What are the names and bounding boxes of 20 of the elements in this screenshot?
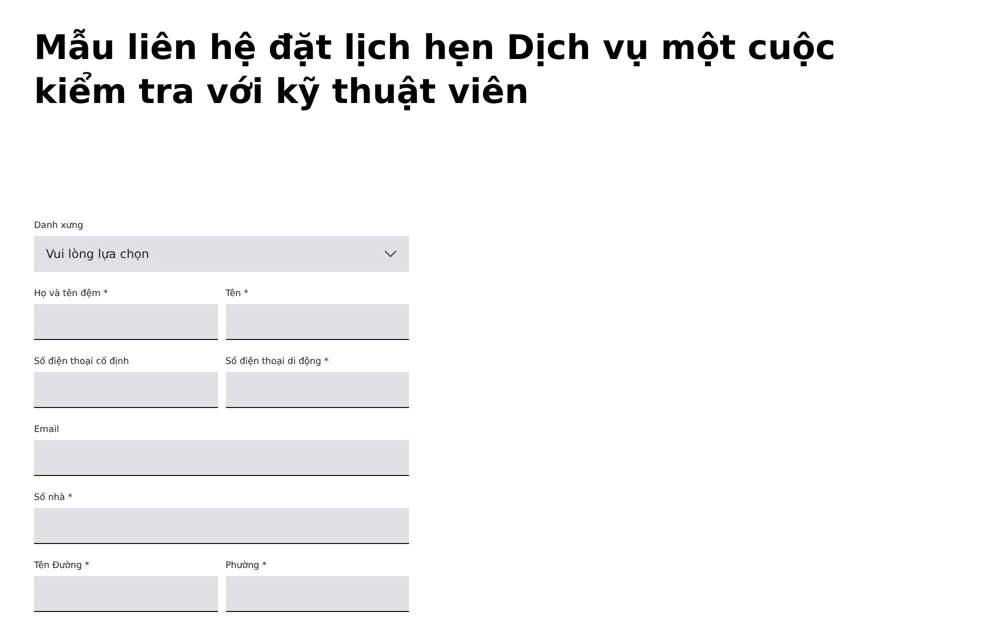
field-label: Tên Đường *: [34, 560, 90, 572]
dropdown-field[interactable]: Vui lòng lựa chọn: [34, 236, 409, 272]
input-field[interactable]: [34, 508, 409, 544]
field-label: Số điện thoại di động *: [226, 356, 330, 368]
input-field[interactable]: [34, 440, 409, 476]
field-label: Phường *: [226, 560, 268, 572]
input-field[interactable]: [34, 576, 218, 612]
field-label: Email: [34, 424, 60, 436]
field-label: Họ và tên đệm *: [34, 288, 109, 300]
input-field[interactable]: [34, 304, 218, 340]
input-field[interactable]: [226, 372, 409, 408]
field-label: Số nhà *: [34, 492, 74, 504]
field-label: Số điện thoại cố định: [34, 356, 130, 368]
field-label: Tên *: [226, 288, 250, 300]
input-field[interactable]: [226, 576, 409, 612]
page-title: Mẫu liên hệ đặt lịch hẹn Dịch vụ một cuộc kiểm tra với kỹ thuật viên: [34, 27, 837, 114]
input-field[interactable]: [226, 304, 409, 340]
chevron-down-icon: [384, 250, 397, 258]
field-label: Danh xưng: [34, 220, 84, 232]
input-field[interactable]: [34, 372, 218, 408]
